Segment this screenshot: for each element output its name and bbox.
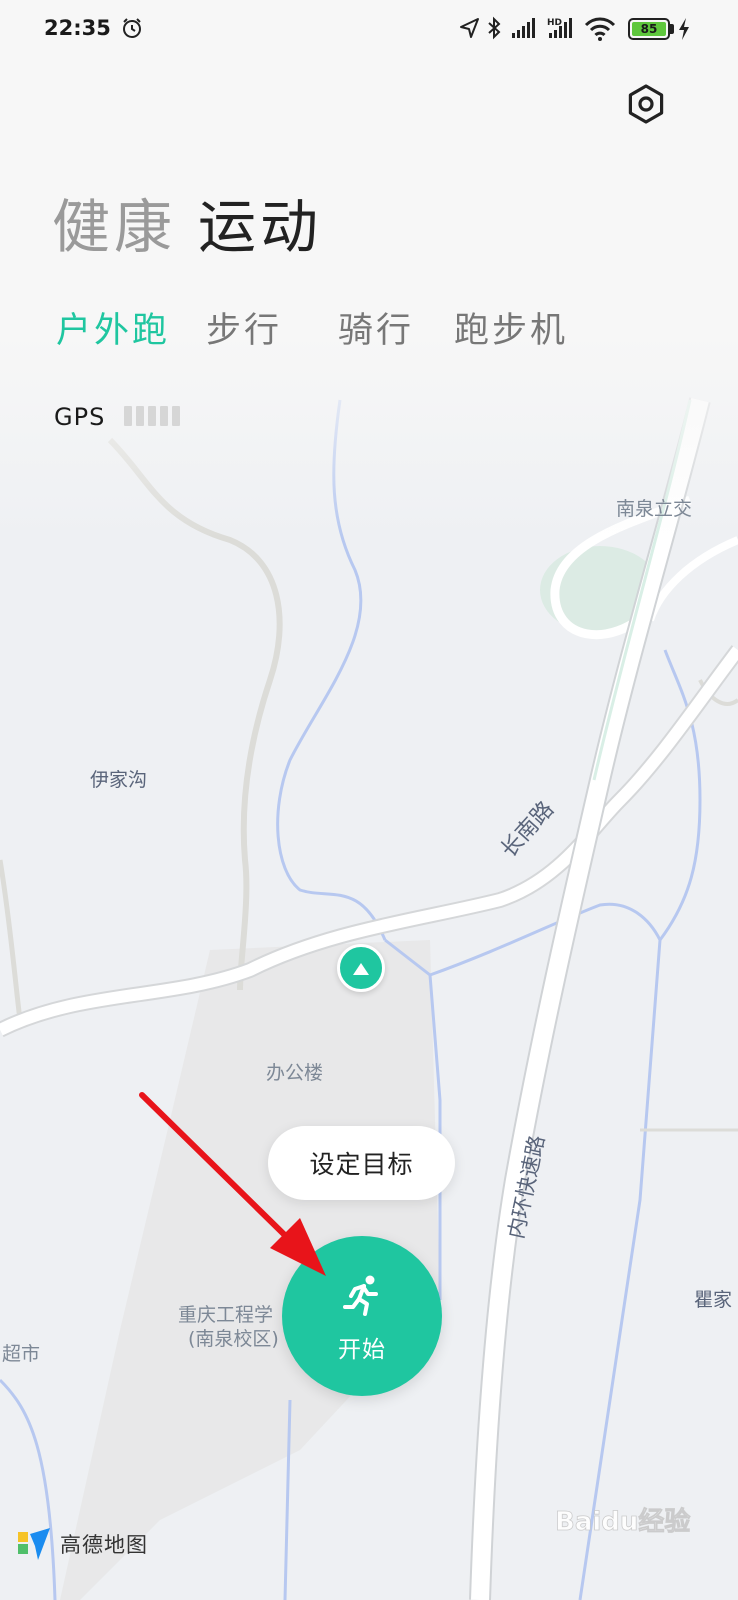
baidu-watermark: Baidu经验 [555,1500,715,1540]
start-label: 开始 [338,1337,386,1363]
category-tab-sports[interactable]: 运动 [198,180,322,264]
wifi-icon [584,17,616,41]
settings-hexagon-icon [628,84,664,124]
set-goal-button[interactable]: 设定目标 [268,1126,455,1200]
battery-icon: 85 [628,18,670,40]
gps-signal-bar [124,406,132,426]
signal-icon [512,18,535,38]
map-label-office-building: 办公楼 [266,1062,324,1084]
charging-icon [679,18,689,40]
map-label-nanquan-interchange: 南泉立交 [616,498,693,520]
location-arrow-icon [460,18,479,38]
tab-outdoor-run[interactable]: 户外跑 [56,302,170,353]
map-label-yijiagou: 伊家沟 [90,769,148,791]
tab-walking[interactable]: 步行 [206,302,282,353]
gps-label: GPS [54,403,106,431]
gps-status: GPS [54,403,180,433]
map-label-college-line2: (南泉校区) [188,1328,279,1350]
map-label-qu-jia: 瞿家 [694,1289,733,1311]
tab-treadmill[interactable]: 跑步机 [454,302,568,353]
location-mountain-icon [353,963,369,975]
status-time: 22:35 [44,16,111,40]
map-label-supermarket: 超市 [2,1343,41,1365]
status-bar: 22:35 HD 85 [0,0,738,60]
alarm-icon [123,18,141,38]
amap-logo-icon [18,1528,50,1560]
start-button[interactable]: 开始 [282,1236,442,1396]
gps-signal-bars [124,406,180,426]
bluetooth-icon [488,16,501,40]
gps-signal-bar [148,406,156,426]
baidu-watermark-logo: Baidu经验 [555,1506,691,1538]
gps-signal-bar [136,406,144,426]
map-provider-name: 高德地图 [60,1533,148,1557]
gps-signal-bar [172,406,180,426]
tab-cycling[interactable]: 骑行 [338,302,414,353]
battery-level: 85 [640,22,658,36]
map-label-college-line1: 重庆工程学 [178,1304,274,1326]
battery-tip [670,24,674,34]
map-provider-logo: 高德地图 [16,1526,148,1562]
hd-signal-icon: HD [547,18,572,38]
category-tab-health[interactable]: 健康 [52,180,176,264]
sports-screen: 南泉立交 伊家沟 长南路 办公楼 内环快速路 重庆工程学 (南泉校区) 超市 瞿… [0,0,738,1600]
runner-icon [343,1275,378,1316]
gps-signal-bar [160,406,168,426]
map-top-fade [0,0,738,540]
settings-button[interactable] [624,82,668,126]
current-location-marker [337,944,385,992]
svg-text:Baidu经验: Baidu经验 [555,1506,690,1537]
